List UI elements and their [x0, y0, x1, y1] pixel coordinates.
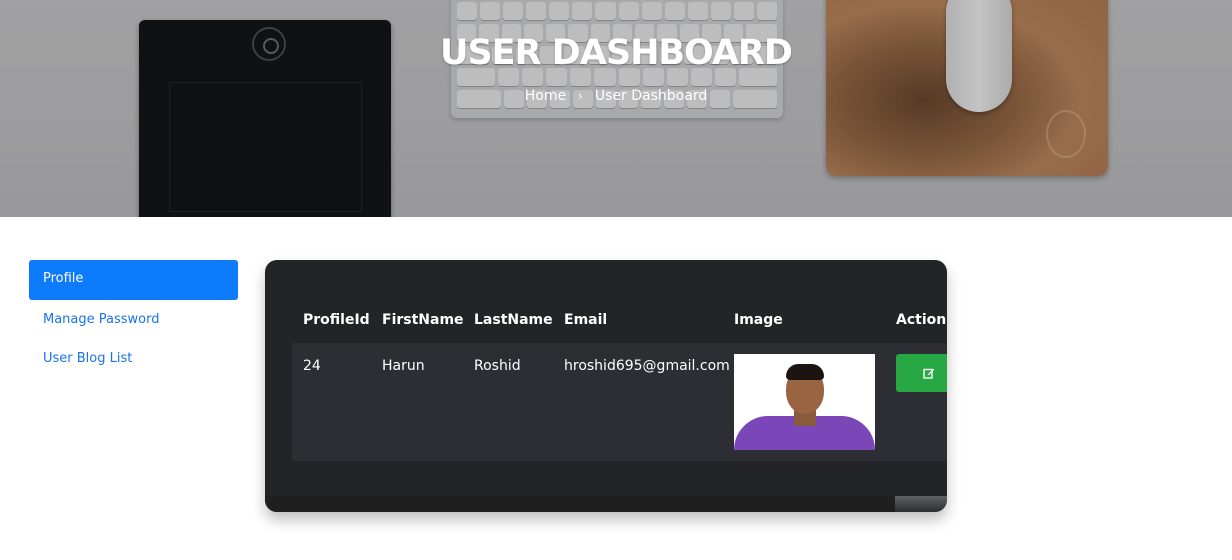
table-row: 24 Harun Roshid hroshid695@gmail.com	[292, 343, 947, 461]
column-header-image: Image	[734, 312, 783, 328]
profile-table-card: ProfileId FirstName LastName Email Image…	[265, 260, 947, 512]
cell-last-name: Roshid	[474, 358, 521, 374]
breadcrumb: Home › User Dashboard	[0, 88, 1232, 104]
sidebar-item-profile[interactable]: Profile	[29, 260, 238, 300]
breadcrumb-current: User Dashboard	[594, 88, 708, 104]
column-header-lastname: LastName	[474, 312, 553, 328]
hero-banner: USER DASHBOARD Home › User Dashboard	[0, 0, 1232, 217]
cell-profile-id: 24	[303, 358, 321, 374]
page-title: USER DASHBOARD	[440, 33, 793, 73]
edit-icon	[923, 368, 935, 379]
column-header-email: Email	[564, 312, 608, 328]
card-scroll-track	[265, 496, 895, 512]
cell-first-name: Harun	[382, 358, 425, 374]
sidebar: Profile Manage Password User Blog List	[29, 260, 238, 378]
chevron-right-icon: ›	[578, 89, 583, 103]
column-header-profileid: ProfileId	[303, 312, 370, 328]
sidebar-item-manage-password[interactable]: Manage Password	[29, 300, 238, 339]
sidebar-item-user-blog-list[interactable]: User Blog List	[29, 339, 238, 378]
profile-photo	[734, 354, 875, 450]
cell-email: hroshid695@gmail.com	[564, 358, 730, 374]
column-header-firstname: FirstName	[382, 312, 464, 328]
edit-button[interactable]	[896, 354, 947, 392]
breadcrumb-home-link[interactable]: Home	[525, 88, 566, 104]
column-header-action: Action	[896, 312, 947, 328]
table-header: ProfileId FirstName LastName Email Image…	[292, 302, 947, 342]
horizontal-scrollbar[interactable]	[895, 496, 947, 512]
